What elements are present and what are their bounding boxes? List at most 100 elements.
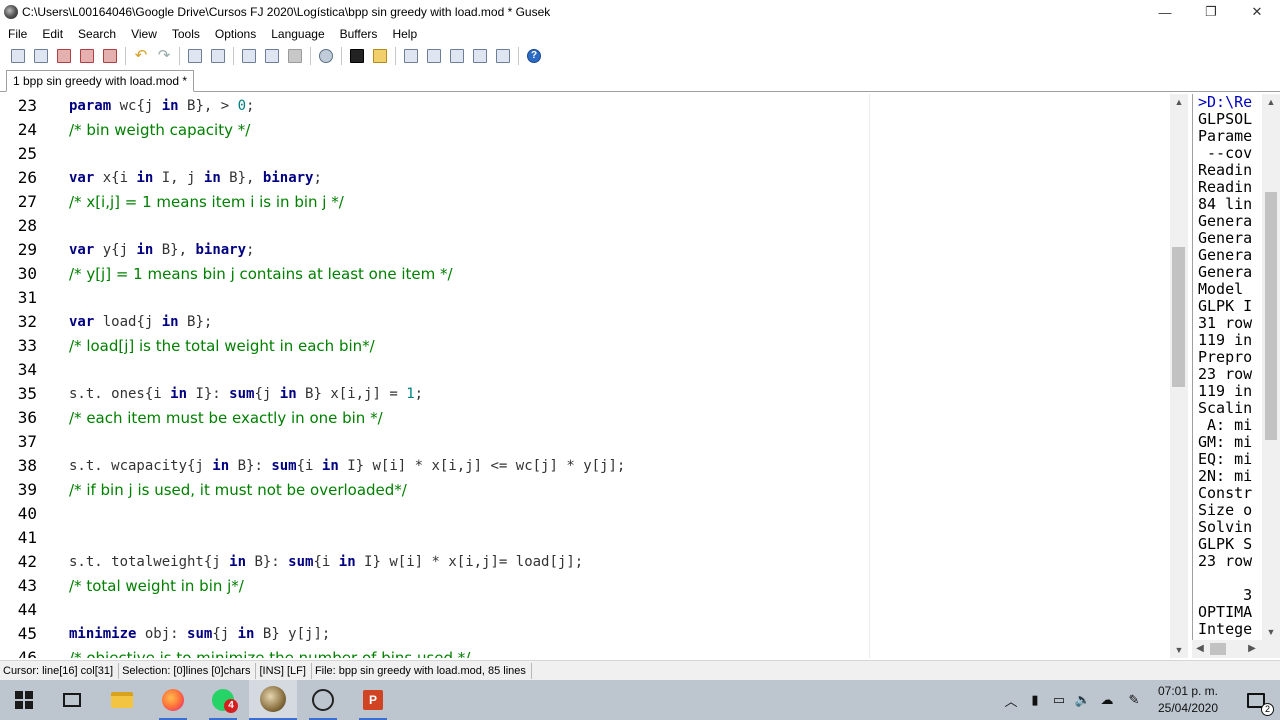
scrollbar-thumb[interactable] xyxy=(1210,643,1226,655)
fullscreen-icon[interactable] xyxy=(470,46,490,66)
format-icon[interactable] xyxy=(424,46,444,66)
output-horizontal-scrollbar[interactable]: ◀ ▶ xyxy=(1192,640,1280,658)
window-controls: — ❐ ✕ xyxy=(1142,0,1280,24)
scrollbar-thumb[interactable] xyxy=(1172,247,1185,387)
code-line: 29 var y{j in B}, binary; xyxy=(0,238,1170,262)
line-number: 45 xyxy=(17,624,37,643)
menu-view[interactable]: View xyxy=(123,27,164,41)
output-vertical-scrollbar[interactable]: ▲ ▼ xyxy=(1262,94,1280,640)
output-line: Constr xyxy=(1198,484,1253,502)
menu-language[interactable]: Language xyxy=(263,27,331,41)
file-explorer-button[interactable] xyxy=(98,680,146,720)
start-button[interactable] xyxy=(0,680,48,720)
show-hidden-icons-chevron-icon[interactable]: ︿ xyxy=(1000,680,1022,720)
minimize-button[interactable]: — xyxy=(1142,0,1188,24)
save-icon[interactable] xyxy=(54,46,74,66)
scroll-left-arrow-icon[interactable]: ◀ xyxy=(1192,640,1208,658)
keyword: in xyxy=(161,98,179,114)
powerpoint-button[interactable]: P xyxy=(349,680,397,720)
pen-icon[interactable]: ✎ xyxy=(1122,680,1146,720)
code-token: B}: xyxy=(229,458,272,474)
notification-count: 2 xyxy=(1261,702,1274,716)
toolbar-separator xyxy=(310,47,311,65)
code-token: {j xyxy=(254,386,280,402)
code-line: 23 param wc{j in B}, > 0; xyxy=(0,94,1170,118)
code-token: y{j xyxy=(94,242,137,258)
editor-vertical-scrollbar[interactable]: ▲ ▼ xyxy=(1170,94,1188,658)
code-line: 38 s.t. wcapacity{j in B}: sum{i in I} w… xyxy=(0,454,1170,478)
code-editor[interactable]: 23 param wc{j in B}, > 0; 24 /* bin weig… xyxy=(0,94,1190,658)
toolbar-separator xyxy=(341,47,342,65)
task-view-button[interactable] xyxy=(48,680,96,720)
scroll-down-arrow-icon[interactable]: ▼ xyxy=(1262,624,1280,640)
keyword: var xyxy=(69,314,95,330)
new-file-icon[interactable] xyxy=(8,46,28,66)
open-file-icon[interactable] xyxy=(31,46,51,66)
whatsapp-icon: 4 xyxy=(212,689,238,713)
redo-icon[interactable]: ↷ xyxy=(154,46,174,66)
close-file-icon[interactable] xyxy=(100,46,120,66)
editor-lines: 23 param wc{j in B}, > 0; 24 /* bin weig… xyxy=(0,94,1170,658)
obs-button[interactable] xyxy=(299,680,347,720)
menu-options[interactable]: Options xyxy=(207,27,263,41)
keyword: sum xyxy=(187,626,213,642)
stop-icon[interactable] xyxy=(285,46,305,66)
open-folder-icon[interactable] xyxy=(370,46,390,66)
close-button[interactable]: ✕ xyxy=(1234,0,1280,24)
restore-button[interactable]: ❐ xyxy=(1188,0,1234,24)
menu-edit[interactable]: Edit xyxy=(34,27,70,41)
phone-icon[interactable]: ▮ xyxy=(1024,680,1046,720)
code-line: 28 xyxy=(0,214,1170,238)
help-icon[interactable]: ? xyxy=(524,46,544,66)
keyword: var xyxy=(69,170,95,186)
menu-search[interactable]: Search xyxy=(70,27,123,41)
line-number: 29 xyxy=(17,240,37,259)
firefox-button[interactable] xyxy=(149,680,197,720)
scroll-up-arrow-icon[interactable]: ▲ xyxy=(1170,94,1188,110)
menu-buffers[interactable]: Buffers xyxy=(332,27,385,41)
gusek-taskbar-button[interactable] xyxy=(249,680,297,720)
onedrive-cloud-icon[interactable]: ☁ xyxy=(1096,680,1118,720)
output-line: Prepro xyxy=(1198,348,1253,366)
system-clock[interactable]: 07:01 p. m. 25/04/2020 xyxy=(1150,683,1226,717)
scroll-right-arrow-icon[interactable]: ▶ xyxy=(1244,640,1260,658)
toolbar-separator xyxy=(518,47,519,65)
console-icon[interactable] xyxy=(347,46,367,66)
code-token: ; xyxy=(414,386,424,402)
line-number: 43 xyxy=(17,576,37,595)
tab-bpp-sin-greedy[interactable]: 1 bpp sin greedy with load.mod * xyxy=(6,70,195,92)
code-token: B}, > xyxy=(178,98,238,114)
output-line: 3 xyxy=(1198,586,1253,604)
menu-file[interactable]: File xyxy=(0,27,34,41)
toolbar-separator xyxy=(233,47,234,65)
code-token: I} w[i] * x[i,j] <= wc[j] * y[j]; xyxy=(338,458,626,474)
export-icon[interactable] xyxy=(239,46,259,66)
output-line: 23 row xyxy=(1198,552,1253,570)
save-all-icon[interactable] xyxy=(77,46,97,66)
comment-text: /* each item must be exactly in one bin … xyxy=(69,409,383,427)
menu-help[interactable]: Help xyxy=(384,27,424,41)
code-line: 37 xyxy=(0,430,1170,454)
scroll-up-arrow-icon[interactable]: ▲ xyxy=(1262,94,1280,110)
code-token: B}: xyxy=(246,554,289,570)
image-icon[interactable] xyxy=(493,46,513,66)
code-line: 41 xyxy=(0,526,1170,550)
indent-icon[interactable] xyxy=(447,46,467,66)
menu-bar: File Edit Search View Tools Options Lang… xyxy=(0,24,1280,43)
settings-icon[interactable] xyxy=(316,46,336,66)
volume-icon[interactable]: 🔈 xyxy=(1072,680,1094,720)
menu-tools[interactable]: Tools xyxy=(164,27,207,41)
notifications-button[interactable]: 2 xyxy=(1236,680,1276,720)
undo-icon[interactable]: ↶ xyxy=(131,46,151,66)
code-token: I}: xyxy=(187,386,230,402)
scrollbar-thumb[interactable] xyxy=(1265,192,1277,440)
run-icon[interactable] xyxy=(262,46,282,66)
replace-icon[interactable] xyxy=(208,46,228,66)
bold-icon[interactable] xyxy=(401,46,421,66)
code-token: wc{j xyxy=(111,98,162,114)
whatsapp-button[interactable]: 4 xyxy=(199,680,247,720)
find-icon[interactable] xyxy=(185,46,205,66)
battery-icon[interactable]: ▭ xyxy=(1048,680,1070,720)
keyword: in xyxy=(136,170,154,186)
scroll-down-arrow-icon[interactable]: ▼ xyxy=(1170,642,1188,658)
